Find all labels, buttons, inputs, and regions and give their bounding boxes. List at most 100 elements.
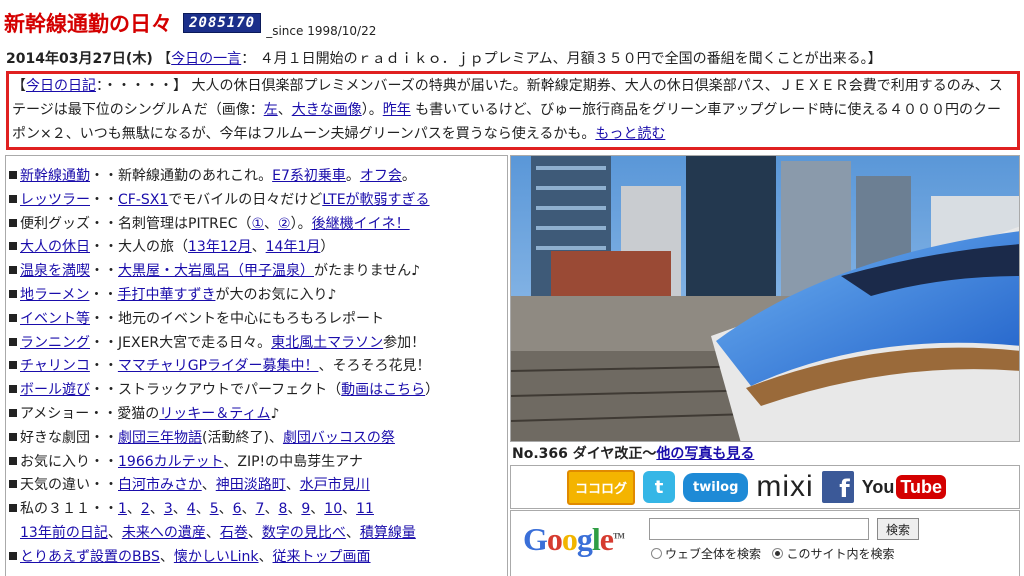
menu-link[interactable]: 数字の見比べ	[262, 525, 346, 541]
youtube-logo[interactable]: You Tube	[862, 474, 947, 499]
bullet-square-icon	[9, 504, 17, 513]
menu-link[interactable]: 2	[141, 501, 150, 517]
photo-caption-text: No.366 ダイヤ改正～	[512, 446, 657, 462]
menu-link[interactable]: ママチャリGPライダー募集中！	[118, 358, 319, 374]
menu-link[interactable]: 6	[233, 501, 242, 517]
diary-separator: 、	[277, 102, 292, 118]
menu-text: でモバイルの日々だけど	[168, 191, 323, 208]
menu-label: 私の３１１	[20, 501, 90, 518]
menu-link[interactable]: オフ会	[360, 168, 402, 184]
menu-row: アメショー・・愛猫のリッキー＆ティム♪	[9, 403, 507, 427]
menu-text: 、	[241, 501, 256, 518]
menu-link[interactable]: 石巻	[220, 525, 248, 541]
menu-text: 、	[247, 524, 262, 541]
menu-link[interactable]: 水戸市見川	[300, 477, 370, 493]
menu-text: 、	[195, 501, 210, 518]
today-phrase-text: ： ４月１日開始のｒａｄｉｋｏ．ｊｐプレミアム、月額３５０円で全国の番組を聞くこ…	[241, 51, 882, 67]
menu-link[interactable]: 劇団バッコスの祭	[283, 430, 395, 446]
menu-link[interactable]: 従来トップ画面	[273, 549, 371, 565]
menu-link[interactable]: 9	[301, 501, 310, 517]
menu-text: ・・	[90, 191, 118, 208]
radio-site-label[interactable]: このサイト内を検索	[786, 547, 894, 561]
menu-link[interactable]: 懐かしいLink	[174, 549, 259, 565]
menu-label[interactable]: 新幹線通勤	[20, 168, 90, 184]
more-photos-link[interactable]: 他の写真も見る	[656, 446, 754, 462]
menu-link[interactable]: 13年前の日記	[20, 525, 108, 541]
radio-web-label[interactable]: ウェブ全体を検索	[665, 547, 761, 561]
menu-link[interactable]: 大黒屋・大岩風呂（甲子温泉）	[118, 263, 314, 279]
menu-link[interactable]: 劇団三年物語	[118, 430, 202, 446]
menu-text: ・・	[89, 286, 118, 303]
search-input[interactable]	[649, 518, 869, 540]
mixi-logo[interactable]: mixi	[756, 470, 813, 504]
menu-link[interactable]: 積算線量	[360, 525, 416, 541]
menu-text: 、	[149, 501, 164, 518]
menu-link[interactable]: 後継機イイネ！	[312, 216, 410, 232]
menu-link[interactable]: 11	[356, 501, 374, 517]
menu-label[interactable]: 地ラーメン	[20, 287, 89, 303]
cocolog-badge[interactable]: ココログ	[567, 469, 636, 505]
menu-link[interactable]: 13年12月	[188, 239, 252, 255]
menu-link[interactable]: 1	[118, 501, 127, 517]
radio-web-icon[interactable]	[651, 548, 662, 559]
today-phrase-link[interactable]: 今日の一言	[171, 51, 241, 67]
radio-site-icon[interactable]	[772, 548, 784, 559]
menu-label: アメショー	[20, 405, 90, 422]
twitter-icon[interactable]: t	[643, 471, 676, 503]
menu-row: 温泉を満喫・・大黒屋・大岩風呂（甲子温泉）がたまりません♪	[9, 260, 507, 284]
menu-link[interactable]: 5	[210, 501, 219, 517]
menu-link[interactable]: 手打中華すずき	[117, 287, 215, 303]
menu-text: ・・	[90, 429, 118, 446]
bullet-square-icon	[9, 480, 17, 489]
bullet-square-icon	[9, 551, 17, 560]
today-diary-link[interactable]: 今日の日記	[26, 78, 96, 94]
youtube-tube: Tube	[896, 474, 947, 499]
menu-text: ）	[425, 382, 440, 399]
menu-link[interactable]: 動画はこちら	[341, 382, 425, 398]
menu-link[interactable]: ①	[251, 216, 264, 232]
diary-big-image-link[interactable]: 大きな画像	[292, 102, 362, 118]
menu-row: 天気の違い・・白河市みさか、神田淡路町、水戸市見川	[9, 474, 507, 498]
site-title[interactable]: 新幹線通勤の日々	[4, 12, 172, 36]
menu-label[interactable]: ボール遊び	[20, 382, 90, 398]
menu-link[interactable]: 神田淡路町	[216, 477, 286, 493]
menu-link[interactable]: リッキー＆ティム	[159, 406, 270, 422]
menu-link[interactable]: 未来への遺産	[122, 525, 206, 541]
menu-link[interactable]: 1966カルテット	[118, 454, 223, 470]
menu-link[interactable]: 4	[187, 501, 196, 517]
menu-link[interactable]: ②	[278, 216, 291, 232]
diary-image-left-link[interactable]: 左	[264, 102, 278, 118]
menu-label[interactable]: 温泉を満喫	[20, 263, 90, 279]
featured-photo[interactable]	[510, 155, 1020, 442]
google-search-box: GoogleTM 検索 ウェブ全体を検索 このサイト内を検索	[510, 510, 1020, 576]
read-more-link[interactable]: もっと読む	[595, 126, 665, 142]
menu-label[interactable]: とりあえず設置のBBS	[20, 549, 160, 565]
menu-text: 、	[251, 239, 266, 256]
menu-link[interactable]: 3	[164, 501, 173, 517]
search-button[interactable]: 検索	[877, 518, 919, 540]
twilog-badge[interactable]: twilog	[683, 472, 749, 502]
facebook-icon[interactable]: f	[821, 471, 854, 503]
menu-label[interactable]: 大人の休日	[20, 239, 90, 255]
menu-link[interactable]: E7系初乗車	[272, 168, 346, 184]
menu-text: 、	[310, 501, 325, 518]
menu-text: 、	[287, 501, 302, 518]
diary-last-year-link[interactable]: 昨年	[383, 102, 411, 118]
menu-link[interactable]: 14年1月	[266, 239, 321, 255]
menu-link[interactable]: 白河市みさか	[118, 477, 202, 493]
menu-link[interactable]: CF-SX1	[118, 192, 168, 208]
site-header: 新幹線通勤の日々 2085170 _since 1998/10/22	[4, 8, 1020, 38]
menu-label[interactable]: レッツラー	[20, 192, 90, 208]
menu-label[interactable]: イベント等	[20, 311, 90, 327]
menu-label[interactable]: ランニング	[20, 335, 90, 351]
menu-text: ・・大人の旅（	[90, 239, 188, 256]
menu-link[interactable]: LTEが軟弱すぎる	[322, 192, 429, 208]
menu-label: お気に入り	[20, 453, 90, 470]
menu-link[interactable]: 10	[324, 501, 342, 517]
menu-link[interactable]: 東北風土マラソン	[271, 335, 383, 351]
menu-label[interactable]: チャリンコ	[20, 358, 90, 374]
bullet-square-icon	[9, 218, 17, 227]
menu-row: とりあえず設置のBBS、懐かしいLink、従来トップ画面	[9, 546, 507, 570]
menu-text: ・・	[90, 453, 118, 470]
menu-row: 便利グッズ・・名刺管理はPITREC（①、②）。後継機イイネ！	[9, 213, 507, 237]
